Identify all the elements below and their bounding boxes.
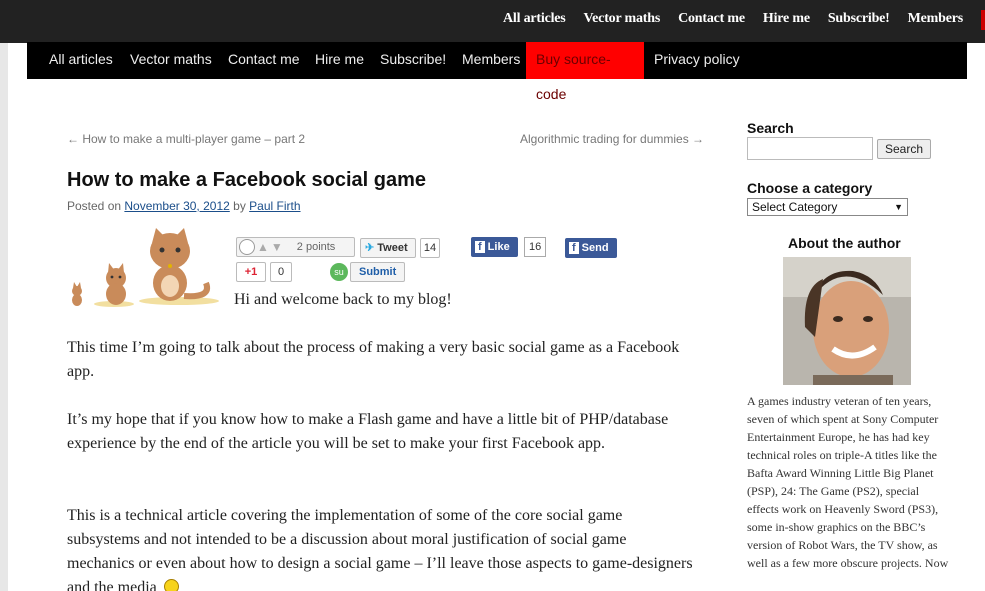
nav-contact-me[interactable]: Contact me: [218, 42, 310, 79]
top-link-vector-maths[interactable]: Vector maths: [584, 11, 661, 27]
reddit-vote-widget: ▲ ▼ 2 points: [236, 237, 355, 257]
paragraph-2: It’s my hope that if you know how to mak…: [67, 411, 669, 452]
stumbleupon-button[interactable]: su Submit: [330, 262, 406, 282]
page-edge: [0, 43, 8, 591]
nav-subscribe[interactable]: Subscribe!: [370, 42, 456, 79]
search-input[interactable]: [747, 137, 873, 160]
top-link-subscribe[interactable]: Subscribe!: [828, 11, 890, 27]
tweet-count: 14: [420, 238, 440, 258]
author-link[interactable]: Paul Firth: [249, 199, 300, 213]
dropdown-arrow-icon: ▼: [894, 202, 903, 212]
nav-vector-maths[interactable]: Vector maths: [120, 42, 222, 79]
nav-hire-me[interactable]: Hire me: [305, 42, 374, 79]
nav-privacy-policy[interactable]: Privacy policy: [644, 42, 750, 79]
top-red-tab[interactable]: [981, 10, 985, 30]
facebook-send-button[interactable]: f Send: [565, 238, 617, 258]
facebook-icon: f: [475, 241, 485, 253]
send-label: Send: [581, 242, 609, 254]
stumble-submit-label: Submit: [350, 262, 406, 282]
facebook-icon: f: [569, 242, 579, 254]
next-post-link[interactable]: Algorithmic trading for dummies →: [520, 132, 704, 146]
upvote-arrow-icon[interactable]: ▲: [257, 238, 269, 256]
category-selected-value: Select Category: [752, 200, 838, 214]
like-count: 16: [524, 237, 547, 257]
cats-illustration-icon: [72, 228, 219, 307]
paragraph-3-text: This is a technical article covering the…: [67, 507, 693, 591]
post-date-link[interactable]: November 30, 2012: [124, 199, 229, 213]
posted-on-label: Posted on: [67, 199, 122, 213]
top-link-contact-me[interactable]: Contact me: [678, 11, 745, 27]
paragraph-3: This is a technical article covering the…: [67, 504, 697, 591]
category-heading: Choose a category: [747, 180, 873, 196]
smiley-icon: [163, 579, 179, 591]
twitter-bird-icon: ✈: [365, 242, 375, 254]
top-link-members[interactable]: Members: [908, 11, 964, 27]
top-link-hire-me[interactable]: Hire me: [763, 11, 810, 27]
like-label: Like: [487, 241, 510, 253]
author-bio: A games industry veteran of ten years, s…: [747, 394, 949, 570]
prev-post-link[interactable]: ← How to make a multi-player game – part…: [67, 132, 305, 146]
nav-all-articles[interactable]: All articles: [39, 42, 123, 79]
google-plus-count: 0: [270, 262, 292, 282]
post-meta: Posted on November 30, 2012 by Paul Firt…: [67, 199, 301, 213]
tweet-label: Tweet: [377, 242, 408, 254]
main-nav: All articles Vector maths Contact me Hir…: [27, 42, 967, 102]
reddit-points: 2 points: [296, 241, 336, 253]
author-heading: About the author: [788, 235, 901, 251]
author-photo: [783, 257, 911, 385]
tweet-button[interactable]: ✈ Tweet: [360, 238, 416, 258]
google-plus-button[interactable]: +1: [236, 262, 266, 282]
top-link-all-articles[interactable]: All articles: [503, 11, 566, 27]
search-button[interactable]: Search: [877, 139, 931, 159]
downvote-arrow-icon[interactable]: ▼: [271, 238, 283, 256]
by-label: by: [233, 199, 246, 213]
reddit-icon: [239, 239, 255, 255]
stumbleupon-icon: su: [330, 263, 348, 281]
paragraph-1: This time I’m going to talk about the pr…: [67, 339, 680, 380]
top-bar: All articles Vector maths Contact me Hir…: [0, 0, 985, 43]
post-title: How to make a Facebook social game: [67, 169, 427, 191]
nav-members[interactable]: Members: [452, 42, 530, 79]
intro-text: Hi and welcome back to my blog!: [234, 291, 452, 308]
search-heading: Search: [747, 120, 794, 136]
facebook-like-button[interactable]: f Like: [471, 237, 518, 257]
nav-buy-source-code[interactable]: Buy source-code: [526, 42, 644, 102]
category-select[interactable]: Select Category ▼: [747, 198, 908, 216]
top-links: All articles Vector maths Contact me Hir…: [485, 11, 963, 27]
